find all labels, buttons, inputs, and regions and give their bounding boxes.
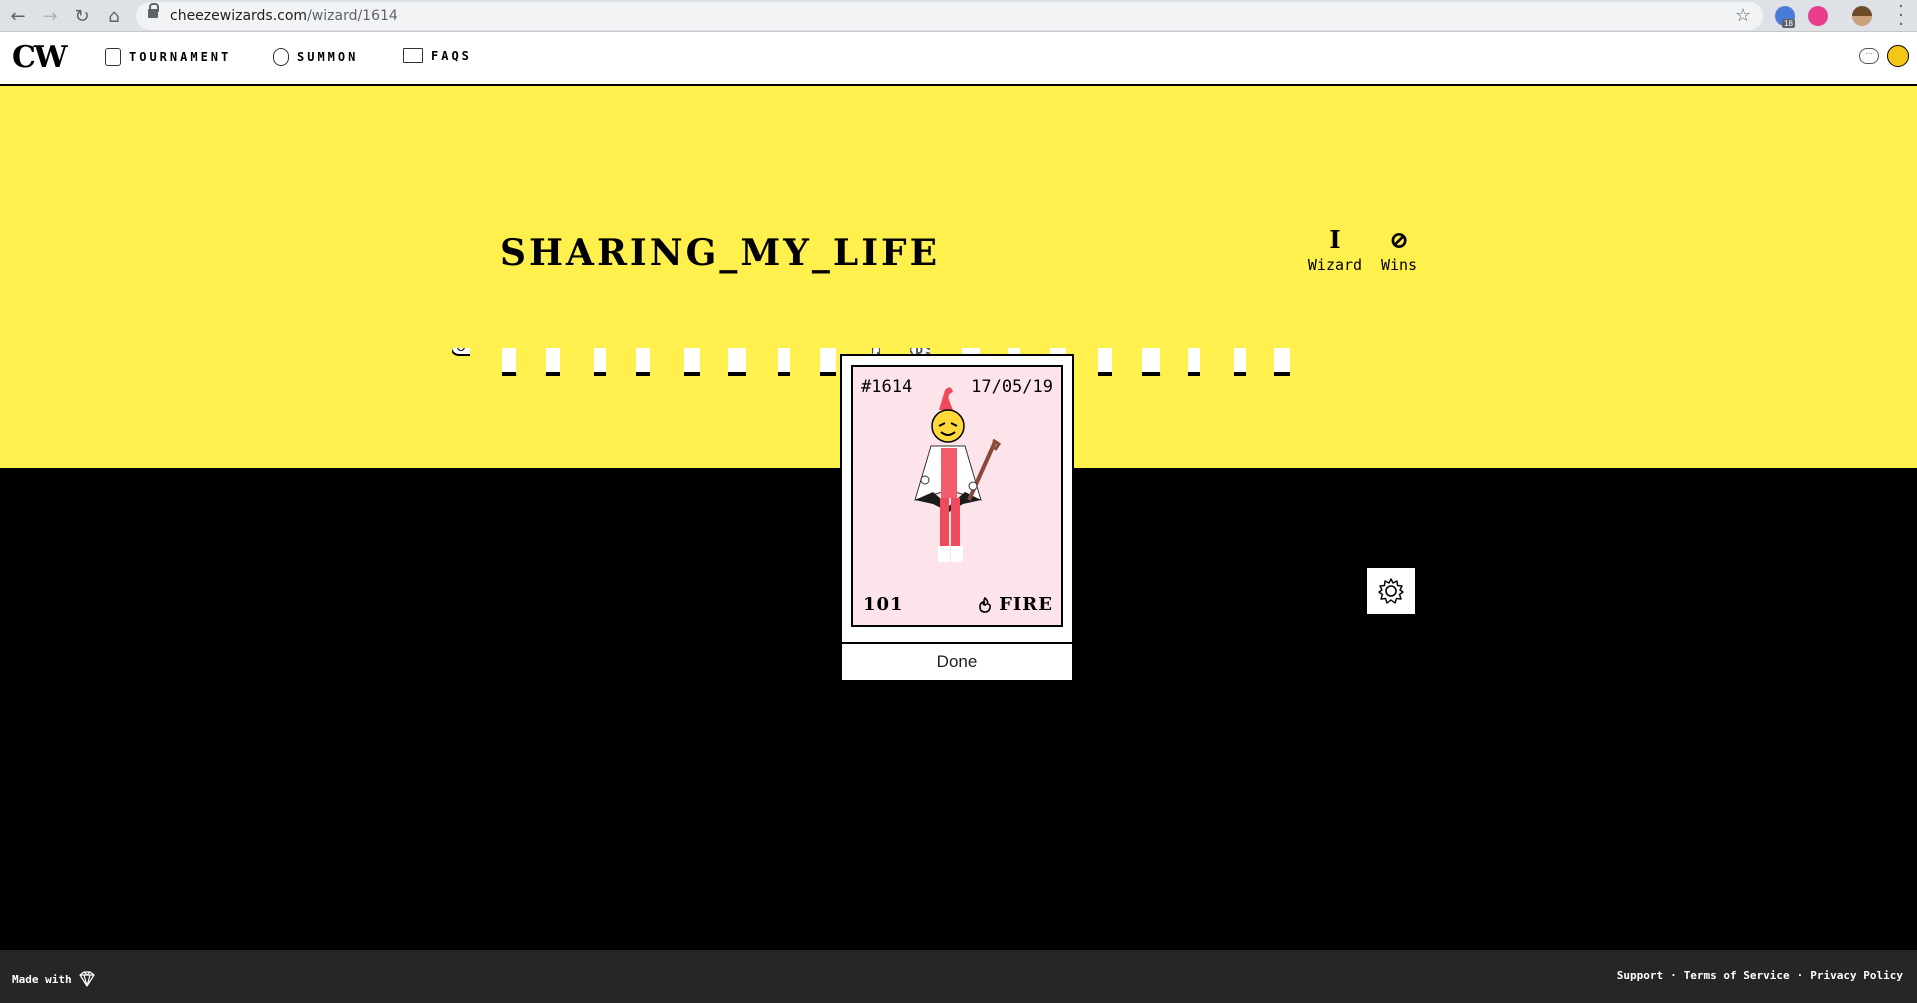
- nav-tournament[interactable]: TOURNAMENT: [105, 48, 231, 66]
- reload-icon[interactable]: ↻: [70, 4, 94, 28]
- address-bar[interactable]: cheezewizards.com/wizard/1614 ☆: [136, 2, 1763, 30]
- chat-icon[interactable]: ···: [1859, 48, 1879, 64]
- lock-icon: [148, 3, 159, 18]
- page-footer: Made with Support · Terms of Service · P…: [0, 950, 1917, 1003]
- home-icon[interactable]: ⌂: [102, 4, 126, 28]
- back-icon[interactable]: ←: [6, 4, 30, 28]
- forward-icon[interactable]: →: [38, 4, 62, 28]
- wizard-card[interactable]: #1614 17/05/19 101 FIRE Done: [840, 354, 1074, 682]
- made-with: Made with: [12, 971, 96, 987]
- player-name: SHARING_MY_LIFE: [500, 232, 941, 274]
- wizard-affinity-label: FIRE: [999, 594, 1053, 615]
- browser-toolbar: ← → ↻ ⌂ cheezewizards.com/wizard/1614 ☆ …: [0, 0, 1917, 34]
- book-icon: [403, 48, 423, 63]
- nav-summon-label: SUMMON: [297, 50, 359, 64]
- footer-separator: ·: [1670, 969, 1677, 982]
- nav-faqs[interactable]: FAQS: [403, 48, 472, 63]
- site-header: CW TOURNAMENT SUMMON FAQS ···: [0, 32, 1917, 86]
- done-button[interactable]: Done: [842, 642, 1072, 680]
- stat-wins-value: ⊘: [1388, 225, 1410, 254]
- browser-menu-icon[interactable]: · · ·: [1893, 0, 1909, 34]
- sheep-icon: [273, 48, 289, 66]
- extension-badge: 18: [1782, 19, 1795, 28]
- cheese-grater-icon: [105, 48, 121, 66]
- footer-links: Support · Terms of Service · Privacy Pol…: [1617, 969, 1903, 982]
- made-with-label: Made with: [12, 972, 72, 986]
- nav-tournament-label: TOURNAMENT: [129, 50, 232, 64]
- gear-icon: [1378, 578, 1404, 604]
- stat-wins-label: Wins: [1380, 256, 1418, 274]
- wizard-power: 101: [863, 594, 904, 615]
- extension-pink-icon[interactable]: [1808, 6, 1828, 26]
- stat-wizard-label: Wizard: [1307, 256, 1363, 274]
- stat-wizard-value: I: [1329, 225, 1341, 254]
- wizard-card-art: #1614 17/05/19 101 FIRE: [851, 365, 1063, 627]
- support-link[interactable]: Support: [1617, 969, 1663, 982]
- privacy-link[interactable]: Privacy Policy: [1810, 969, 1903, 982]
- fire-icon: [979, 596, 992, 613]
- url-text[interactable]: cheezewizards.com/wizard/1614: [170, 8, 398, 24]
- wizard-illustration: [914, 387, 1002, 562]
- profile-avatar-icon[interactable]: [1852, 6, 1872, 26]
- nav-summon[interactable]: SUMMON: [273, 48, 358, 66]
- diamond-heart-icon: [79, 971, 95, 987]
- site-logo[interactable]: CW: [12, 40, 68, 75]
- stat-wins: ⊘ Wins: [1369, 225, 1429, 275]
- bookmark-star-icon[interactable]: ☆: [1735, 5, 1751, 26]
- terms-link[interactable]: Terms of Service: [1684, 969, 1790, 982]
- user-avatar[interactable]: [1887, 45, 1909, 67]
- nav-faqs-label: FAQS: [431, 48, 472, 63]
- url-path: /wizard/1614: [307, 8, 398, 24]
- filter-settings-button[interactable]: [1365, 566, 1417, 618]
- url-domain: cheezewizards.com: [170, 8, 308, 24]
- footer-separator: ·: [1796, 969, 1804, 982]
- stat-wizard: I Wizard: [1305, 225, 1365, 275]
- wizard-affinity: FIRE: [977, 594, 1053, 615]
